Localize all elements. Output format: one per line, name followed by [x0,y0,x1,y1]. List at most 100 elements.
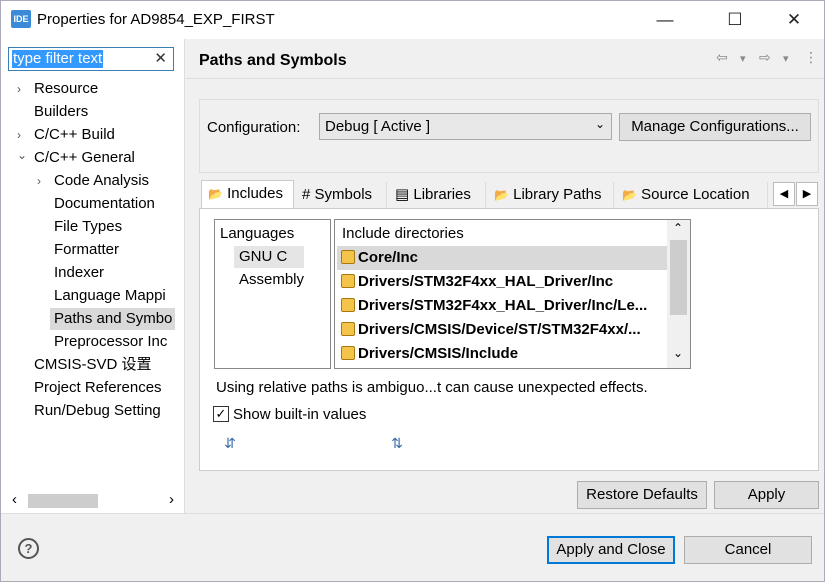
language-assembly[interactable]: Assembly [239,269,304,291]
scroll-down-icon[interactable]: ⌄ [673,346,683,360]
tree-horizontal-scrollbar[interactable]: ‹ › [8,491,178,510]
forward-menu-icon[interactable]: ▾ [783,52,789,65]
tree-item-language-mappings[interactable]: Language Mappi [1,285,185,307]
folder-icon: 📂 [494,188,509,202]
apply-button[interactable]: Apply [714,481,819,509]
forward-arrow-icon[interactable]: ⇨ [759,49,771,66]
tree-item-label: Formatter [54,241,120,258]
import-settings-icon[interactable]: ⇵ [221,435,239,453]
tree-item-builders[interactable]: Builders [1,101,185,123]
tab-label: Library Paths [513,186,602,203]
property-tree: › Resource Builders › C/C++ Build ⌄ C/C++ G… [1,78,185,488]
include-directories-list[interactable]: Include directories Core/Inc Drivers/STM… [334,219,691,369]
tab-symbols[interactable]: # Symbols [296,182,387,209]
page-header: Paths and Symbols ⇦ ▾ ⇨ ▾ ⋮ [186,39,824,79]
sidebar: type filter text ✕ › Resource Builders › C… [1,39,185,513]
include-row[interactable]: Core/Inc [337,246,667,270]
tree-item-cmsis-svd[interactable]: CMSIS-SVD 设置 [1,354,185,376]
chevron-right-icon[interactable]: › [37,170,41,192]
include-row[interactable]: Drivers/STM32F4xx_HAL_Driver/Inc/Le... [337,294,667,318]
tree-item-label: Project References [34,379,162,396]
scrollbar-thumb[interactable] [670,240,687,315]
export-settings-icon[interactable]: ⇅ [388,435,406,453]
scroll-right-icon[interactable]: › [169,491,174,508]
ide-icon: IDE [11,10,31,28]
tree-item-label: C/C++ Build [34,126,115,143]
include-path: Drivers/CMSIS/Device/ST/STM32F4xx/... [358,321,641,338]
tab-scroll-left-button[interactable]: ◀ [773,182,795,206]
tree-item-label: Paths and Symbo [54,310,173,327]
tree-item-label: Preprocessor Inc [54,333,168,350]
language-gnu-c[interactable]: GNU C [234,246,304,268]
back-arrow-icon[interactable]: ⇦ [716,49,728,66]
properties-dialog: IDE Properties for AD9854_EXP_FIRST — ☐ … [0,0,825,582]
tree-item-label: Indexer [54,264,105,281]
apply-and-close-button[interactable]: Apply and Close [547,536,675,564]
chevron-right-icon[interactable]: › [17,124,21,146]
include-path: Drivers/STM32F4xx_HAL_Driver/Inc [358,273,614,290]
include-directories-header: Include directories [342,225,464,242]
tree-item-paths-and-symbols[interactable]: Paths and Symbo [50,308,175,330]
back-menu-icon[interactable]: ▾ [740,52,746,65]
clear-filter-icon[interactable]: ✕ [154,49,167,67]
tab-library-paths[interactable]: 📂 Library Paths [488,182,614,209]
include-vertical-scrollbar[interactable]: ⌃ ⌄ [667,220,690,368]
tab-scroll-right-button[interactable]: ▶ [796,182,818,206]
tab-source-location[interactable]: 📂 Source Location [616,182,768,209]
include-folder-icon [341,322,355,336]
include-folder-icon [341,346,355,360]
maximize-button[interactable]: ☐ [712,1,758,39]
tab-bar: 📂 Includes # Symbols ▤ Libraries 📂 Libra… [199,180,819,209]
filter-input[interactable]: type filter text ✕ [8,47,174,71]
manage-configurations-button[interactable]: Manage Configurations... [619,113,811,141]
more-menu-icon[interactable]: ⋮ [804,49,818,66]
scroll-left-icon[interactable]: ‹ [12,491,17,508]
tree-item-file-types[interactable]: File Types [1,216,185,238]
tree-item-cpp-build[interactable]: › C/C++ Build [1,124,185,146]
include-row[interactable]: Drivers/CMSIS/Device/ST/STM32F4xx/... [337,318,667,342]
tree-item-label: File Types [54,218,123,235]
tree-item-project-references[interactable]: Project References [1,377,185,399]
languages-header: Languages [220,225,295,242]
include-row[interactable]: Drivers/CMSIS/Include [337,342,667,366]
tree-item-formatter[interactable]: Formatter [1,239,185,261]
chevron-down-icon[interactable]: ⌄ [17,144,27,166]
tree-item-indexer[interactable]: Indexer [1,262,185,284]
restore-defaults-button[interactable]: Restore Defaults [577,481,707,509]
tab-label: Symbols [314,186,373,203]
minimize-button[interactable]: — [642,1,688,39]
close-button[interactable]: ✕ [771,1,817,39]
tab-libraries[interactable]: ▤ Libraries [389,182,486,209]
tab-label: Libraries [413,186,471,203]
tree-item-preprocessor-include[interactable]: Preprocessor Inc [1,331,185,353]
tree-item-label: Resource [34,80,99,97]
show-builtin-checkbox[interactable]: ✓ [213,406,229,422]
hash-icon: # [302,186,311,203]
tree-item-run-debug-settings[interactable]: Run/Debug Setting [1,400,185,422]
configuration-value: Debug [ Active ] [325,118,431,135]
tab-includes[interactable]: 📂 Includes [201,180,294,209]
tree-item-documentation[interactable]: Documentation [1,193,185,215]
tree-item-label: Run/Debug Setting [34,402,161,419]
include-path: Core/Inc [358,249,419,266]
include-path: Drivers/CMSIS/Include [358,345,519,362]
show-builtin-label[interactable]: Show built-in values [233,406,366,423]
tree-item-label: Code Analysis [54,172,150,189]
tree-item-resource[interactable]: › Resource [1,78,185,100]
languages-list[interactable]: Languages GNU C Assembly [214,219,331,369]
tree-item-code-analysis[interactable]: › Code Analysis [1,170,185,192]
configuration-label: Configuration: [207,119,301,136]
include-folder-icon [341,274,355,288]
configuration-select[interactable]: Debug [ Active ] ⌄ [319,113,612,140]
help-icon[interactable]: ? [18,538,39,559]
tree-item-label: Documentation [54,195,155,212]
chevron-down-icon[interactable]: ⌄ [595,117,605,131]
chevron-right-icon[interactable]: › [17,78,21,100]
cancel-button[interactable]: Cancel [684,536,812,564]
tree-item-cpp-general[interactable]: ⌄ C/C++ General [1,147,185,169]
tab-label: Includes [227,185,283,202]
include-row[interactable]: Drivers/STM32F4xx_HAL_Driver/Inc [337,270,667,294]
scrollbar-thumb[interactable] [28,494,98,508]
relative-paths-warning: Using relative paths is ambiguo...t can … [216,379,648,396]
scroll-up-icon[interactable]: ⌃ [673,221,683,235]
